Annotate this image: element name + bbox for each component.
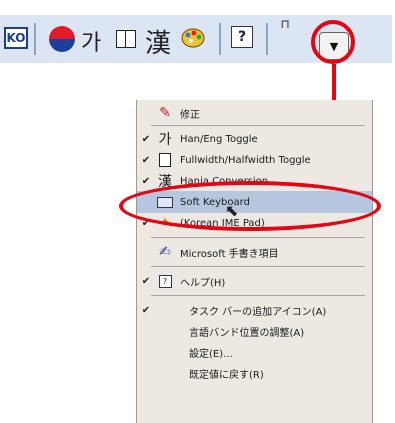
minimize-icon[interactable]: ⊓ <box>279 17 291 31</box>
menu-divider <box>151 125 365 126</box>
hangul-mode-icon[interactable]: 가 <box>81 25 101 57</box>
menu-item-label: Fullwidth/Halfwidth Toggle <box>180 154 311 166</box>
correction-icon: ✎ <box>159 105 171 121</box>
fullwidth-icon <box>155 151 175 169</box>
check-icon: ✔ <box>141 275 151 287</box>
hanja-icon[interactable]: 漢 <box>145 23 171 60</box>
menu-item-han-eng-toggle[interactable]: ✔ 가 Han/Eng Toggle <box>137 128 372 150</box>
menu-divider <box>151 237 365 238</box>
help-icon: ? <box>155 272 175 290</box>
callout-ellipse <box>119 181 381 231</box>
help-icon[interactable]: ? <box>231 26 253 48</box>
menu-item-label: タスク バーの追加アイコン(A) <box>189 306 327 318</box>
korea-flag-icon[interactable] <box>49 26 75 52</box>
menu-item-taskbar-icons[interactable]: ✔ タスク バーの追加アイコン(A) <box>137 299 372 321</box>
toolbar-separator <box>266 23 268 55</box>
menu-item-correction[interactable]: ✎ 修正 <box>137 102 372 124</box>
menu-item-label: Han/Eng Toggle <box>180 133 258 145</box>
options-context-menu: ✎ 修正 ✔ 가 Han/Eng Toggle ✔ Fullwidth/Half… <box>136 100 373 423</box>
menu-item-label: ヘルプ(H) <box>180 277 226 289</box>
toolbar-separator <box>219 23 221 55</box>
handwriting-icon: ✍ <box>159 244 171 260</box>
menu-item-fullwidth-toggle[interactable]: ✔ Fullwidth/Halfwidth Toggle <box>137 149 372 171</box>
check-icon: ✔ <box>141 304 151 316</box>
menu-item-label: 設定(E)... <box>189 348 233 360</box>
check-icon: ✔ <box>141 154 151 166</box>
fullwidth-toggle-icon[interactable] <box>116 30 136 48</box>
menu-item-help[interactable]: ✔ ? ヘルプ(H) <box>137 270 372 292</box>
check-icon: ✔ <box>141 175 151 187</box>
mouse-pointer-icon: ⬉ <box>225 201 239 220</box>
palette-icon <box>181 28 205 48</box>
callout-circle <box>311 20 355 64</box>
menu-item-label: 言語バンド位置の調整(A) <box>189 327 305 339</box>
menu-item-restore-defaults[interactable]: 既定値に戻す(R) <box>137 362 372 384</box>
language-ko-button[interactable]: KO <box>4 27 28 49</box>
soft-keyboard-toolbar-icon[interactable] <box>179 23 207 51</box>
menu-divider <box>151 295 365 296</box>
menu-item-label: 修正 <box>180 109 200 121</box>
hangul-icon: 가 <box>158 132 172 148</box>
menu-item-handwriting[interactable]: ✍ Microsoft 手書き項目 <box>137 241 372 263</box>
menu-item-label: 既定値に戻す(R) <box>189 369 264 381</box>
menu-item-settings[interactable]: 設定(E)... <box>137 341 372 363</box>
menu-item-adjust-band[interactable]: 言語バンド位置の調整(A) <box>137 320 372 342</box>
menu-item-label: Microsoft 手書き項目 <box>180 248 279 260</box>
check-icon: ✔ <box>141 133 151 145</box>
toolbar-separator <box>34 23 36 55</box>
menu-divider <box>151 266 365 267</box>
